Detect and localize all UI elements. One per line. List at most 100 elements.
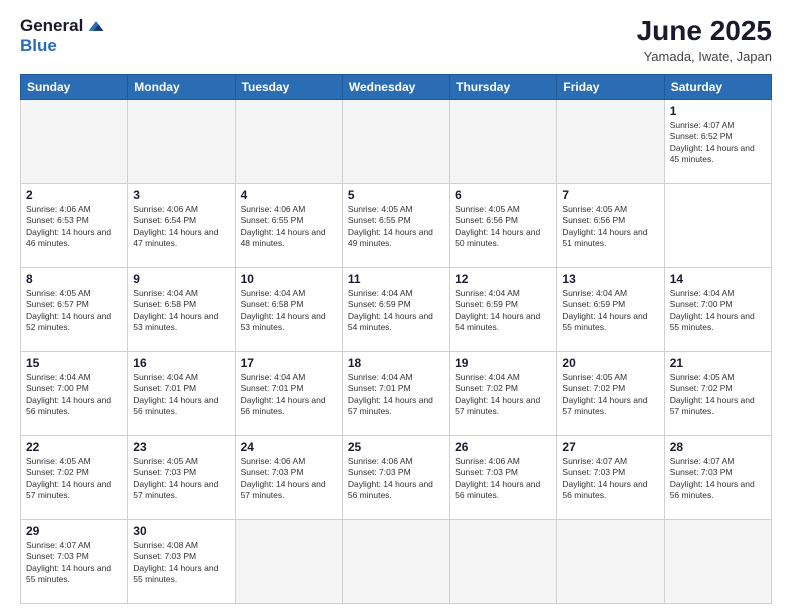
day-number: 9 [133, 272, 229, 286]
calendar-cell-day-5: 5Sunrise: 4:05 AMSunset: 6:55 PMDaylight… [342, 183, 449, 267]
page: General Blue June 2025 Yamada, Iwate, Ja… [0, 0, 792, 612]
logo: General Blue [20, 16, 105, 56]
day-info: Sunrise: 4:06 AMSunset: 7:03 PMDaylight:… [348, 456, 433, 500]
calendar-cell-empty [664, 519, 771, 603]
calendar-week-3: 8 Sunrise: 4:05 AMSunset: 6:57 PMDaylight… [21, 267, 772, 351]
day-info: Sunrise: 4:05 AMSunset: 6:56 PMDaylight:… [562, 204, 647, 248]
calendar-cell-day-22: 22 Sunrise: 4:05 AMSunset: 7:02 PMDayligh… [21, 435, 128, 519]
calendar-cell-day-6: 6 Sunrise: 4:05 AMSunset: 6:56 PMDaylight… [450, 183, 557, 267]
calendar-cell-day-11: 11 Sunrise: 4:04 AMSunset: 6:59 PMDayligh… [342, 267, 449, 351]
day-number: 4 [241, 188, 337, 202]
calendar-cell-day-27: 27 Sunrise: 4:07 AMSunset: 7:03 PMDayligh… [557, 435, 664, 519]
calendar-cell-day-7: 7 Sunrise: 4:05 AMSunset: 6:56 PMDaylight… [557, 183, 664, 267]
calendar-cell-empty [235, 99, 342, 183]
day-number: 3 [133, 188, 229, 202]
calendar-cell-day-15: 15 Sunrise: 4:04 AMSunset: 7:00 PMDayligh… [21, 351, 128, 435]
calendar-week-4: 15 Sunrise: 4:04 AMSunset: 7:00 PMDayligh… [21, 351, 772, 435]
day-info: Sunrise: 4:05 AMSunset: 7:02 PMDaylight:… [26, 456, 111, 500]
day-number: 12 [455, 272, 551, 286]
calendar-table: SundayMondayTuesdayWednesdayThursdayFrid… [20, 74, 772, 604]
day-number: 22 [26, 440, 122, 454]
day-info: Sunrise: 4:08 AMSunset: 7:03 PMDaylight:… [133, 540, 218, 584]
calendar-cell-empty [342, 99, 449, 183]
day-info: Sunrise: 4:04 AMSunset: 7:00 PMDaylight:… [26, 372, 111, 416]
day-number: 6 [455, 188, 551, 202]
calendar-cell-empty [128, 99, 235, 183]
calendar-header-sunday: Sunday [21, 74, 128, 99]
day-number: 2 [26, 188, 122, 202]
day-info: Sunrise: 4:06 AMSunset: 7:03 PMDaylight:… [241, 456, 326, 500]
day-number: 30 [133, 524, 229, 538]
calendar-cell-day-30: 30 Sunrise: 4:08 AMSunset: 7:03 PMDayligh… [128, 519, 235, 603]
day-number: 27 [562, 440, 658, 454]
day-number: 1 [670, 104, 766, 118]
calendar-cell-day-8: 8 Sunrise: 4:05 AMSunset: 6:57 PMDaylight… [21, 267, 128, 351]
calendar-cell-day-29: 29 Sunrise: 4:07 AMSunset: 7:03 PMDayligh… [21, 519, 128, 603]
calendar-cell-day-21: 21Sunrise: 4:05 AMSunset: 7:02 PMDayligh… [664, 351, 771, 435]
calendar-header-row: SundayMondayTuesdayWednesdayThursdayFrid… [21, 74, 772, 99]
calendar-cell-empty [450, 99, 557, 183]
logo-general: General [20, 16, 83, 36]
calendar-cell-day-17: 17 Sunrise: 4:04 AMSunset: 7:01 PMDayligh… [235, 351, 342, 435]
calendar-header-tuesday: Tuesday [235, 74, 342, 99]
calendar-cell-day-20: 20Sunrise: 4:05 AMSunset: 7:02 PMDayligh… [557, 351, 664, 435]
day-info: Sunrise: 4:04 AMSunset: 7:01 PMDaylight:… [348, 372, 433, 416]
calendar-cell-day-24: 24 Sunrise: 4:06 AMSunset: 7:03 PMDayligh… [235, 435, 342, 519]
calendar-week-1: 1 Sunrise: 4:07 AMSunset: 6:52 PMDaylight… [21, 99, 772, 183]
day-info: Sunrise: 4:06 AMSunset: 7:03 PMDaylight:… [455, 456, 540, 500]
day-info: Sunrise: 4:07 AMSunset: 7:03 PMDaylight:… [562, 456, 647, 500]
calendar-header-thursday: Thursday [450, 74, 557, 99]
day-number: 11 [348, 272, 444, 286]
calendar-header-monday: Monday [128, 74, 235, 99]
day-number: 7 [562, 188, 658, 202]
calendar-week-6: 29 Sunrise: 4:07 AMSunset: 7:03 PMDayligh… [21, 519, 772, 603]
day-number: 24 [241, 440, 337, 454]
day-number: 10 [241, 272, 337, 286]
day-info: Sunrise: 4:04 AMSunset: 6:59 PMDaylight:… [562, 288, 647, 332]
day-info: Sunrise: 4:07 AMSunset: 7:03 PMDaylight:… [26, 540, 111, 584]
day-info: Sunrise: 4:04 AMSunset: 6:58 PMDaylight:… [133, 288, 218, 332]
logo-icon [87, 19, 105, 33]
day-info: Sunrise: 4:05 AMSunset: 6:56 PMDaylight:… [455, 204, 540, 248]
day-info: Sunrise: 4:04 AMSunset: 6:59 PMDaylight:… [455, 288, 540, 332]
day-info: Sunrise: 4:06 AMSunset: 6:54 PMDaylight:… [133, 204, 218, 248]
day-info: Sunrise: 4:04 AMSunset: 7:01 PMDaylight:… [133, 372, 218, 416]
location: Yamada, Iwate, Japan [637, 49, 772, 64]
day-info: Sunrise: 4:07 AMSunset: 6:52 PMDaylight:… [670, 120, 755, 164]
day-number: 23 [133, 440, 229, 454]
calendar-week-2: 2 Sunrise: 4:06 AMSunset: 6:53 PMDaylight… [21, 183, 772, 267]
calendar-cell-day-4: 4 Sunrise: 4:06 AMSunset: 6:55 PMDaylight… [235, 183, 342, 267]
calendar-cell-empty [450, 519, 557, 603]
calendar-cell-empty [557, 99, 664, 183]
month-year: June 2025 [637, 16, 772, 47]
day-number: 25 [348, 440, 444, 454]
logo-blue: Blue [20, 36, 57, 55]
day-info: Sunrise: 4:06 AMSunset: 6:53 PMDaylight:… [26, 204, 111, 248]
calendar-cell-day-25: 25 Sunrise: 4:06 AMSunset: 7:03 PMDayligh… [342, 435, 449, 519]
day-number: 8 [26, 272, 122, 286]
calendar-cell-empty [342, 519, 449, 603]
day-info: Sunrise: 4:05 AMSunset: 6:57 PMDaylight:… [26, 288, 111, 332]
day-info: Sunrise: 4:07 AMSunset: 7:03 PMDaylight:… [670, 456, 755, 500]
day-info: Sunrise: 4:04 AMSunset: 6:59 PMDaylight:… [348, 288, 433, 332]
day-number: 29 [26, 524, 122, 538]
day-info: Sunrise: 4:04 AMSunset: 7:01 PMDaylight:… [241, 372, 326, 416]
calendar-header-friday: Friday [557, 74, 664, 99]
calendar-cell-day-12: 12 Sunrise: 4:04 AMSunset: 6:59 PMDayligh… [450, 267, 557, 351]
day-number: 17 [241, 356, 337, 370]
day-number: 13 [562, 272, 658, 286]
day-info: Sunrise: 4:04 AMSunset: 7:02 PMDaylight:… [455, 372, 540, 416]
day-number: 14 [670, 272, 766, 286]
calendar-header-wednesday: Wednesday [342, 74, 449, 99]
day-info: Sunrise: 4:06 AMSunset: 6:55 PMDaylight:… [241, 204, 326, 248]
day-number: 16 [133, 356, 229, 370]
calendar-cell-day-13: 13 Sunrise: 4:04 AMSunset: 6:59 PMDayligh… [557, 267, 664, 351]
calendar-cell-day-9: 9 Sunrise: 4:04 AMSunset: 6:58 PMDaylight… [128, 267, 235, 351]
day-number: 19 [455, 356, 551, 370]
day-number: 5 [348, 188, 444, 202]
day-number: 15 [26, 356, 122, 370]
calendar-cell-day-18: 18Sunrise: 4:04 AMSunset: 7:01 PMDayligh… [342, 351, 449, 435]
calendar-cell-empty [21, 99, 128, 183]
calendar-week-5: 22 Sunrise: 4:05 AMSunset: 7:02 PMDayligh… [21, 435, 772, 519]
calendar-cell-day-3: 3 Sunrise: 4:06 AMSunset: 6:54 PMDaylight… [128, 183, 235, 267]
